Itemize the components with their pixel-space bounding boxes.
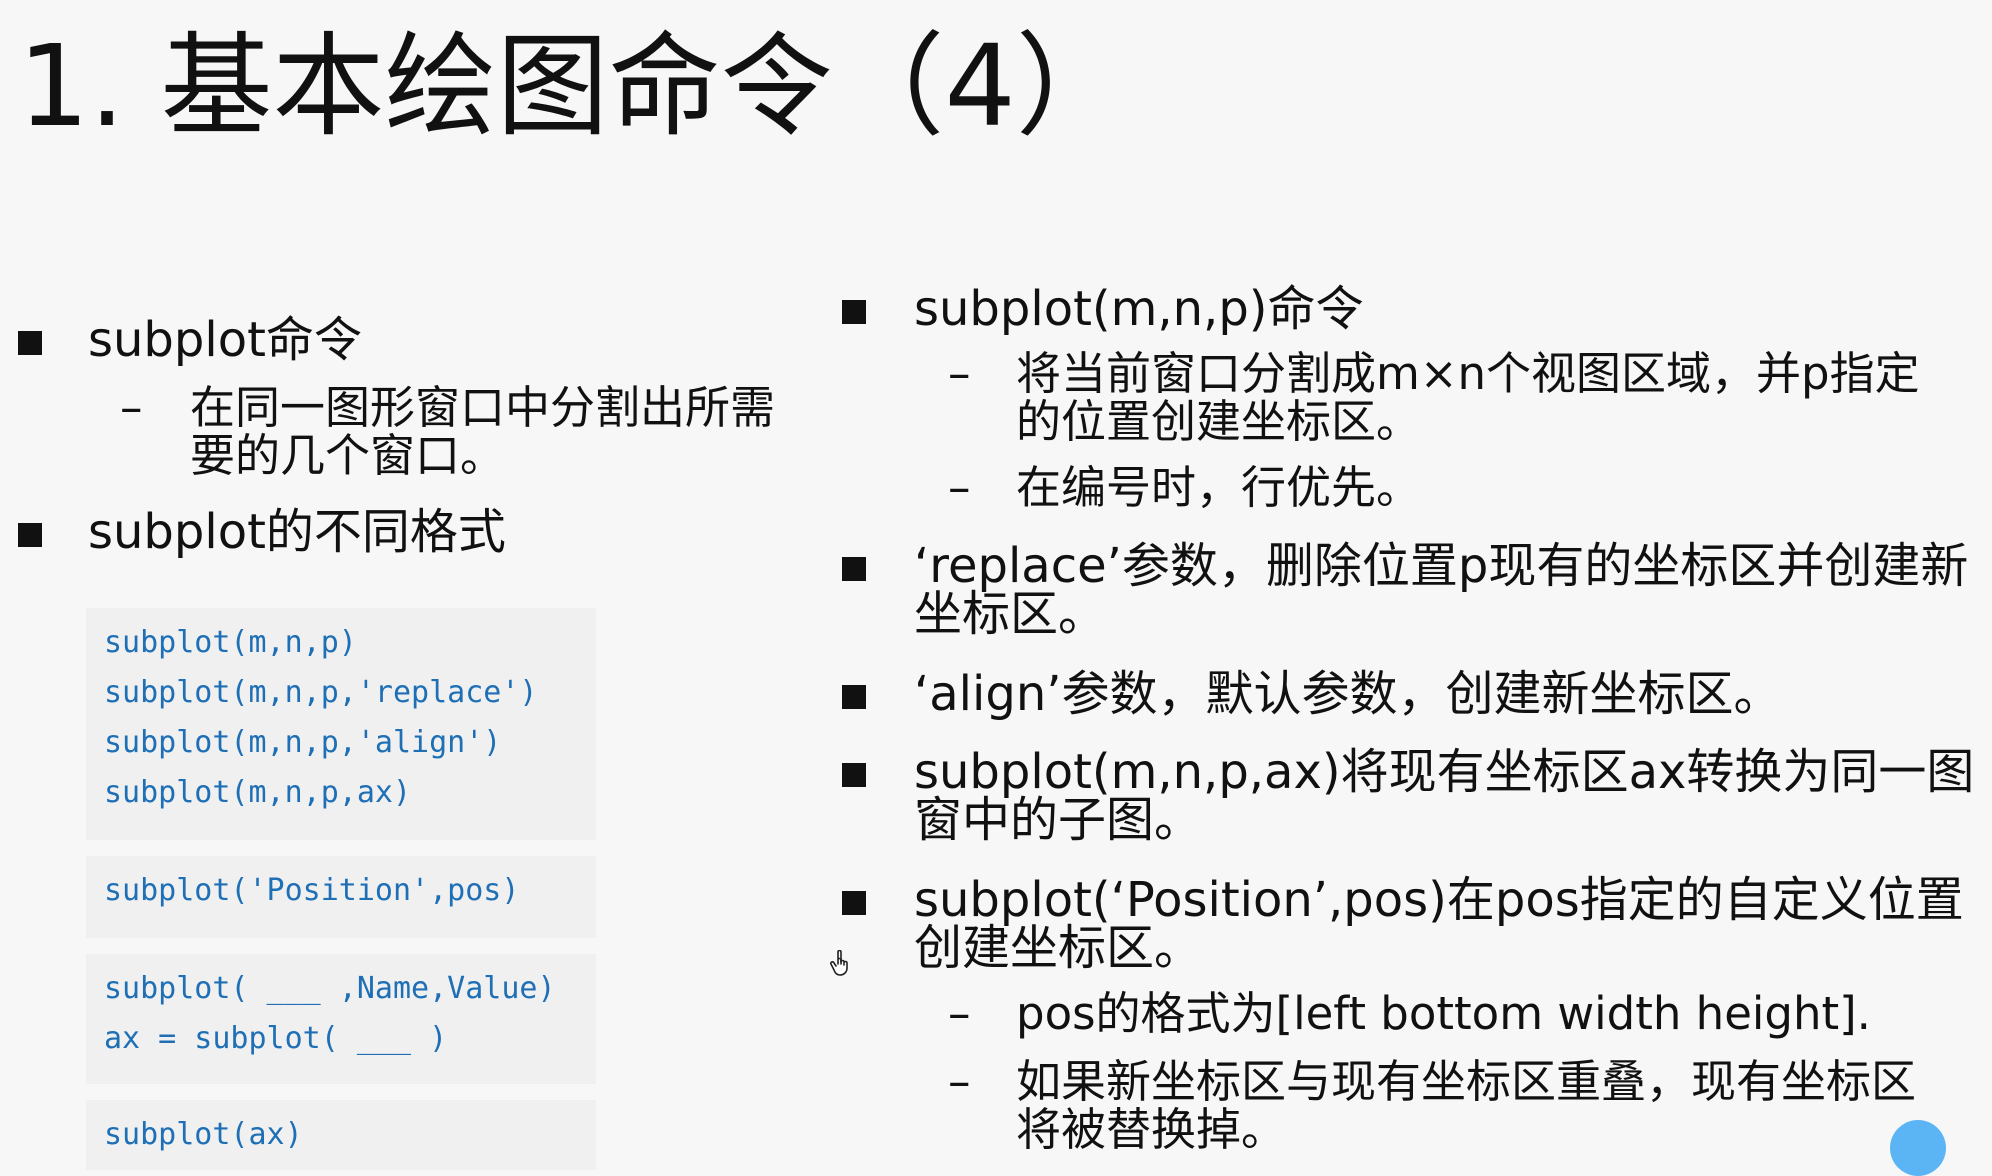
code-block: subplot('Position',pos): [86, 856, 596, 938]
code-line: subplot(m,n,p,ax): [104, 775, 412, 810]
code-line: subplot( ___ ,Name,Value): [104, 971, 556, 1006]
bullet-label: ‘replace’参数，删除位置p现有的坐标区并创建新坐标区。: [914, 538, 1969, 642]
square-bullet-icon: [842, 685, 866, 709]
sub-bullet-text: 将当前窗口分割成m×n个视图区域，并p指定的位置创建坐标区。: [1016, 347, 1920, 448]
code-line: subplot(m,n,p,'align'): [104, 725, 502, 760]
square-bullet-icon: [842, 300, 866, 324]
sub-bullet-text: 如果新坐标区与现有坐标区重叠，现有坐标区将被替换掉。: [1016, 1055, 1917, 1156]
square-bullet-icon: [842, 557, 866, 581]
code-line: subplot('Position',pos): [104, 873, 520, 908]
code-block: subplot(ax): [86, 1100, 596, 1170]
square-bullet-icon: [18, 523, 42, 547]
bullet-label: subplot命令: [88, 312, 362, 368]
square-bullet-icon: [18, 331, 42, 355]
code-panel: subplot(m,n,p) subplot(m,n,p,'replace') …: [86, 608, 596, 1170]
square-bullet-icon: [842, 763, 866, 787]
sub-bullet-text: 在同一图形窗口中分割出所需要的几个窗口。: [190, 381, 776, 482]
clock-badge-icon: [1890, 1120, 1946, 1176]
code-block: subplot(m,n,p) subplot(m,n,p,'replace') …: [86, 608, 596, 840]
hand-pointer-icon: [830, 950, 848, 976]
sub-bullet-text: 在编号时，行优先。: [1016, 461, 1422, 514]
code-block: subplot( ___ ,Name,Value) ax = subplot( …: [86, 954, 596, 1084]
bullet-label: subplot的不同格式: [88, 504, 506, 560]
code-line: subplot(m,n,p,'replace'): [104, 675, 538, 710]
bullet-label: subplot(m,n,p,ax)将现有坐标区ax转换为同一图窗中的子图。: [914, 744, 1975, 848]
bullet-label: ‘align’参数，默认参数，创建新坐标区。: [914, 666, 1782, 722]
code-line: ax = subplot( ___ ): [104, 1021, 448, 1056]
code-line: subplot(m,n,p): [104, 625, 357, 660]
bullet-label: subplot(m,n,p)命令: [914, 281, 1364, 337]
bullet-label: subplot(‘Position’,pos)在pos指定的自定义位置创建坐标区…: [914, 872, 1964, 976]
slide-title: 1. 基本绘图命令（4）: [18, 22, 1128, 152]
square-bullet-icon: [842, 891, 866, 915]
code-line: subplot(ax): [104, 1117, 303, 1152]
sub-bullet-text: pos的格式为[left bottom width height].: [1016, 987, 1871, 1040]
